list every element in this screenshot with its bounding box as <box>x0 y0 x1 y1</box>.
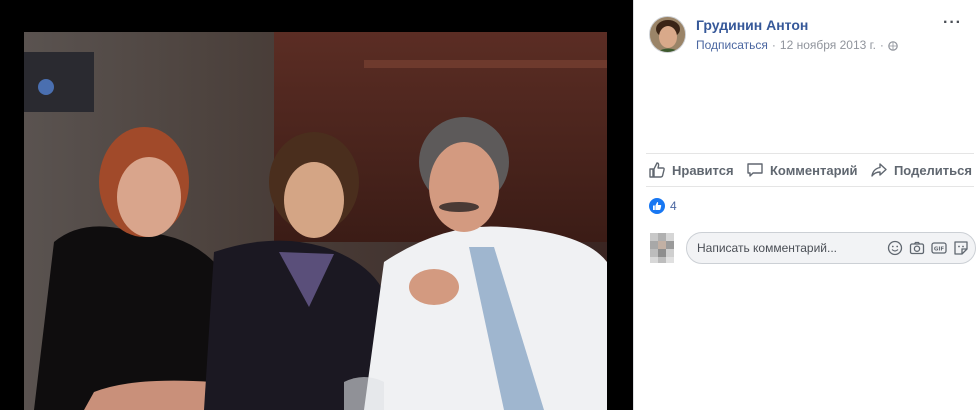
like-label: Нравится <box>672 162 734 178</box>
more-options-button[interactable]: ··· <box>943 14 962 32</box>
meta-separator: · <box>771 38 776 52</box>
post-photo[interactable] <box>24 32 607 410</box>
reactions-summary[interactable]: 4 <box>649 198 677 214</box>
post-date[interactable]: 12 ноября 2013 г. <box>780 38 876 52</box>
emoji-icon[interactable] <box>887 240 903 256</box>
follow-link[interactable]: Подписаться <box>696 38 768 52</box>
comment-input[interactable]: Написать комментарий... GIF <box>686 232 976 264</box>
meta-separator: · <box>879 38 884 52</box>
gif-icon[interactable]: GIF <box>931 240 947 256</box>
like-reaction-icon <box>649 198 665 214</box>
comment-composer: Написать комментарий... GIF <box>646 230 976 266</box>
avatar-image <box>650 17 685 52</box>
post-actions: Нравится Комментарий Поделиться <box>646 153 974 187</box>
photo-image <box>24 32 607 410</box>
post-sidebar: Грудинин Антон Подписаться · 12 ноября 2… <box>633 0 980 410</box>
viewer-avatar <box>646 231 680 265</box>
comment-label: Комментарий <box>769 162 858 178</box>
post-meta: Подписаться · 12 ноября 2013 г. · <box>696 38 898 52</box>
comment-button[interactable]: Комментарий <box>746 161 858 179</box>
sticker-icon[interactable] <box>953 240 969 256</box>
share-icon <box>871 163 887 177</box>
thumbs-up-icon <box>649 162 665 178</box>
reaction-count: 4 <box>670 199 677 213</box>
svg-text:GIF: GIF <box>934 247 945 253</box>
comment-placeholder: Написать комментарий... <box>697 241 838 255</box>
photo-viewer <box>0 0 633 410</box>
camera-icon[interactable] <box>909 240 925 256</box>
share-button[interactable]: Поделиться <box>870 161 972 179</box>
share-label: Поделиться <box>893 162 972 178</box>
comment-icon <box>747 163 763 177</box>
author-avatar[interactable] <box>649 16 686 53</box>
like-button[interactable]: Нравится <box>648 161 734 179</box>
globe-icon <box>888 40 898 51</box>
author-name[interactable]: Грудинин Антон <box>696 17 808 33</box>
comment-tools: GIF <box>887 240 969 256</box>
